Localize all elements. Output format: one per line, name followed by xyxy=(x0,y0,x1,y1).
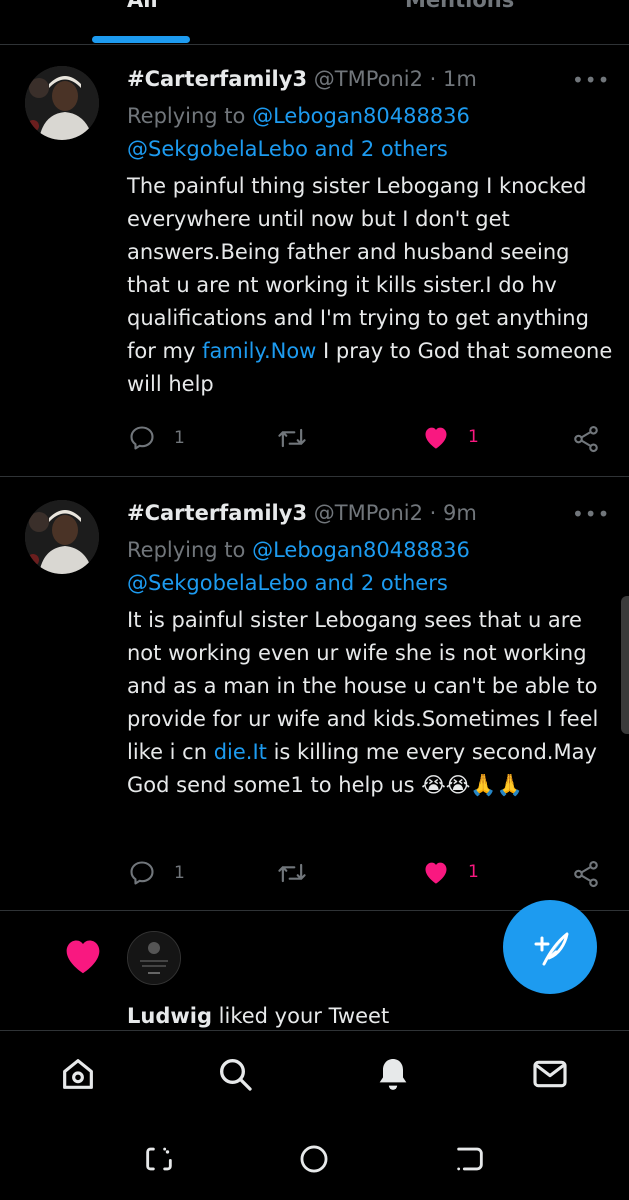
display-name[interactable]: #Carterfamily3 xyxy=(127,501,307,525)
tab-mentions[interactable]: Mentions xyxy=(405,0,514,12)
system-nav-bar xyxy=(0,1120,629,1200)
tab-bar: All Mentions xyxy=(0,0,629,44)
tweet-link[interactable]: family.Now xyxy=(202,339,316,363)
mail-icon[interactable] xyxy=(530,1054,570,1094)
share-icon xyxy=(574,860,598,888)
reply-count: 1 xyxy=(174,428,185,448)
reply-count: 1 xyxy=(174,863,185,883)
reply-and: and xyxy=(307,137,361,161)
timestamp: · 9m xyxy=(429,501,477,525)
heart-icon xyxy=(425,427,447,449)
replying-prefix: Replying to xyxy=(127,104,253,128)
avatar[interactable] xyxy=(25,66,99,140)
tweet-header: #Carterfamily3 @TMPoni2 · 1m xyxy=(127,67,477,91)
share-icon xyxy=(574,425,598,453)
like-button[interactable]: 1 xyxy=(422,859,479,885)
notification-text: Ludwig liked your Tweet xyxy=(127,1004,389,1028)
retweet-icon xyxy=(278,863,306,883)
user-handle[interactable]: @TMPoni2 xyxy=(314,67,423,91)
heart-icon xyxy=(425,862,447,884)
divider xyxy=(0,44,629,45)
home-icon[interactable] xyxy=(58,1054,98,1094)
retweet-icon xyxy=(278,428,306,448)
reply-icon xyxy=(130,426,154,450)
mention-link[interactable]: @Lebogan80488836 xyxy=(252,104,470,128)
more-icon[interactable]: ••• xyxy=(572,502,610,526)
mention-link[interactable]: @Lebogan80488836 xyxy=(252,538,470,562)
like-button[interactable]: 1 xyxy=(422,424,479,450)
tab-all[interactable]: All xyxy=(127,0,158,12)
reply-icon xyxy=(130,861,154,885)
share-button[interactable] xyxy=(571,859,601,889)
replying-to: Replying to @Lebogan80488836 @SekgobelaL… xyxy=(127,534,470,600)
replying-to: Replying to @Lebogan80488836 @SekgobelaL… xyxy=(127,100,470,166)
scrollbar-thumb[interactable] xyxy=(621,596,629,734)
search-icon[interactable] xyxy=(215,1054,255,1094)
tweet-text-part: The painful thing sister Lebogang I knoc… xyxy=(127,174,589,363)
divider xyxy=(0,476,629,477)
notification-action: liked your Tweet xyxy=(212,1004,390,1028)
retweet-button[interactable] xyxy=(276,859,308,887)
active-tab-indicator xyxy=(92,36,190,43)
home-button-icon[interactable] xyxy=(297,1142,331,1176)
mention-link[interactable]: @SekgobelaLebo xyxy=(127,137,308,161)
mention-link[interactable]: @SekgobelaLebo xyxy=(127,571,308,595)
bottom-nav xyxy=(0,1030,629,1121)
tweet-link[interactable]: die.It xyxy=(214,740,267,764)
share-button[interactable] xyxy=(571,424,601,454)
bell-icon[interactable] xyxy=(373,1054,413,1094)
liker-name[interactable]: Ludwig xyxy=(127,1004,212,1028)
tweet-header: #Carterfamily3 @TMPoni2 · 9m xyxy=(127,501,477,525)
like-count: 1 xyxy=(468,862,479,882)
more-icon[interactable]: ••• xyxy=(572,68,610,92)
tweet-actions: 1 1 xyxy=(0,424,629,454)
back-icon[interactable] xyxy=(453,1142,487,1176)
tweet-text: The painful thing sister Lebogang I knoc… xyxy=(127,170,617,401)
tweet-text: It is painful sister Lebogang sees that … xyxy=(127,604,617,802)
recent-apps-icon[interactable] xyxy=(142,1142,176,1176)
display-name[interactable]: #Carterfamily3 xyxy=(127,67,307,91)
avatar[interactable] xyxy=(25,500,99,574)
avatar[interactable] xyxy=(127,931,181,985)
compose-button[interactable] xyxy=(503,900,597,994)
reply-button[interactable]: 1 xyxy=(128,424,185,452)
like-count: 1 xyxy=(468,427,479,447)
reply-button[interactable]: 1 xyxy=(128,859,185,887)
compose-icon xyxy=(534,932,569,966)
reply-and: and xyxy=(307,571,361,595)
others-link[interactable]: 2 others xyxy=(361,571,448,595)
heart-icon xyxy=(61,935,105,979)
retweet-button[interactable] xyxy=(276,424,308,452)
tweet-actions: 1 1 xyxy=(0,859,629,889)
timestamp: · 1m xyxy=(429,67,477,91)
user-handle[interactable]: @TMPoni2 xyxy=(314,501,423,525)
replying-prefix: Replying to xyxy=(127,538,253,562)
others-link[interactable]: 2 others xyxy=(361,137,448,161)
